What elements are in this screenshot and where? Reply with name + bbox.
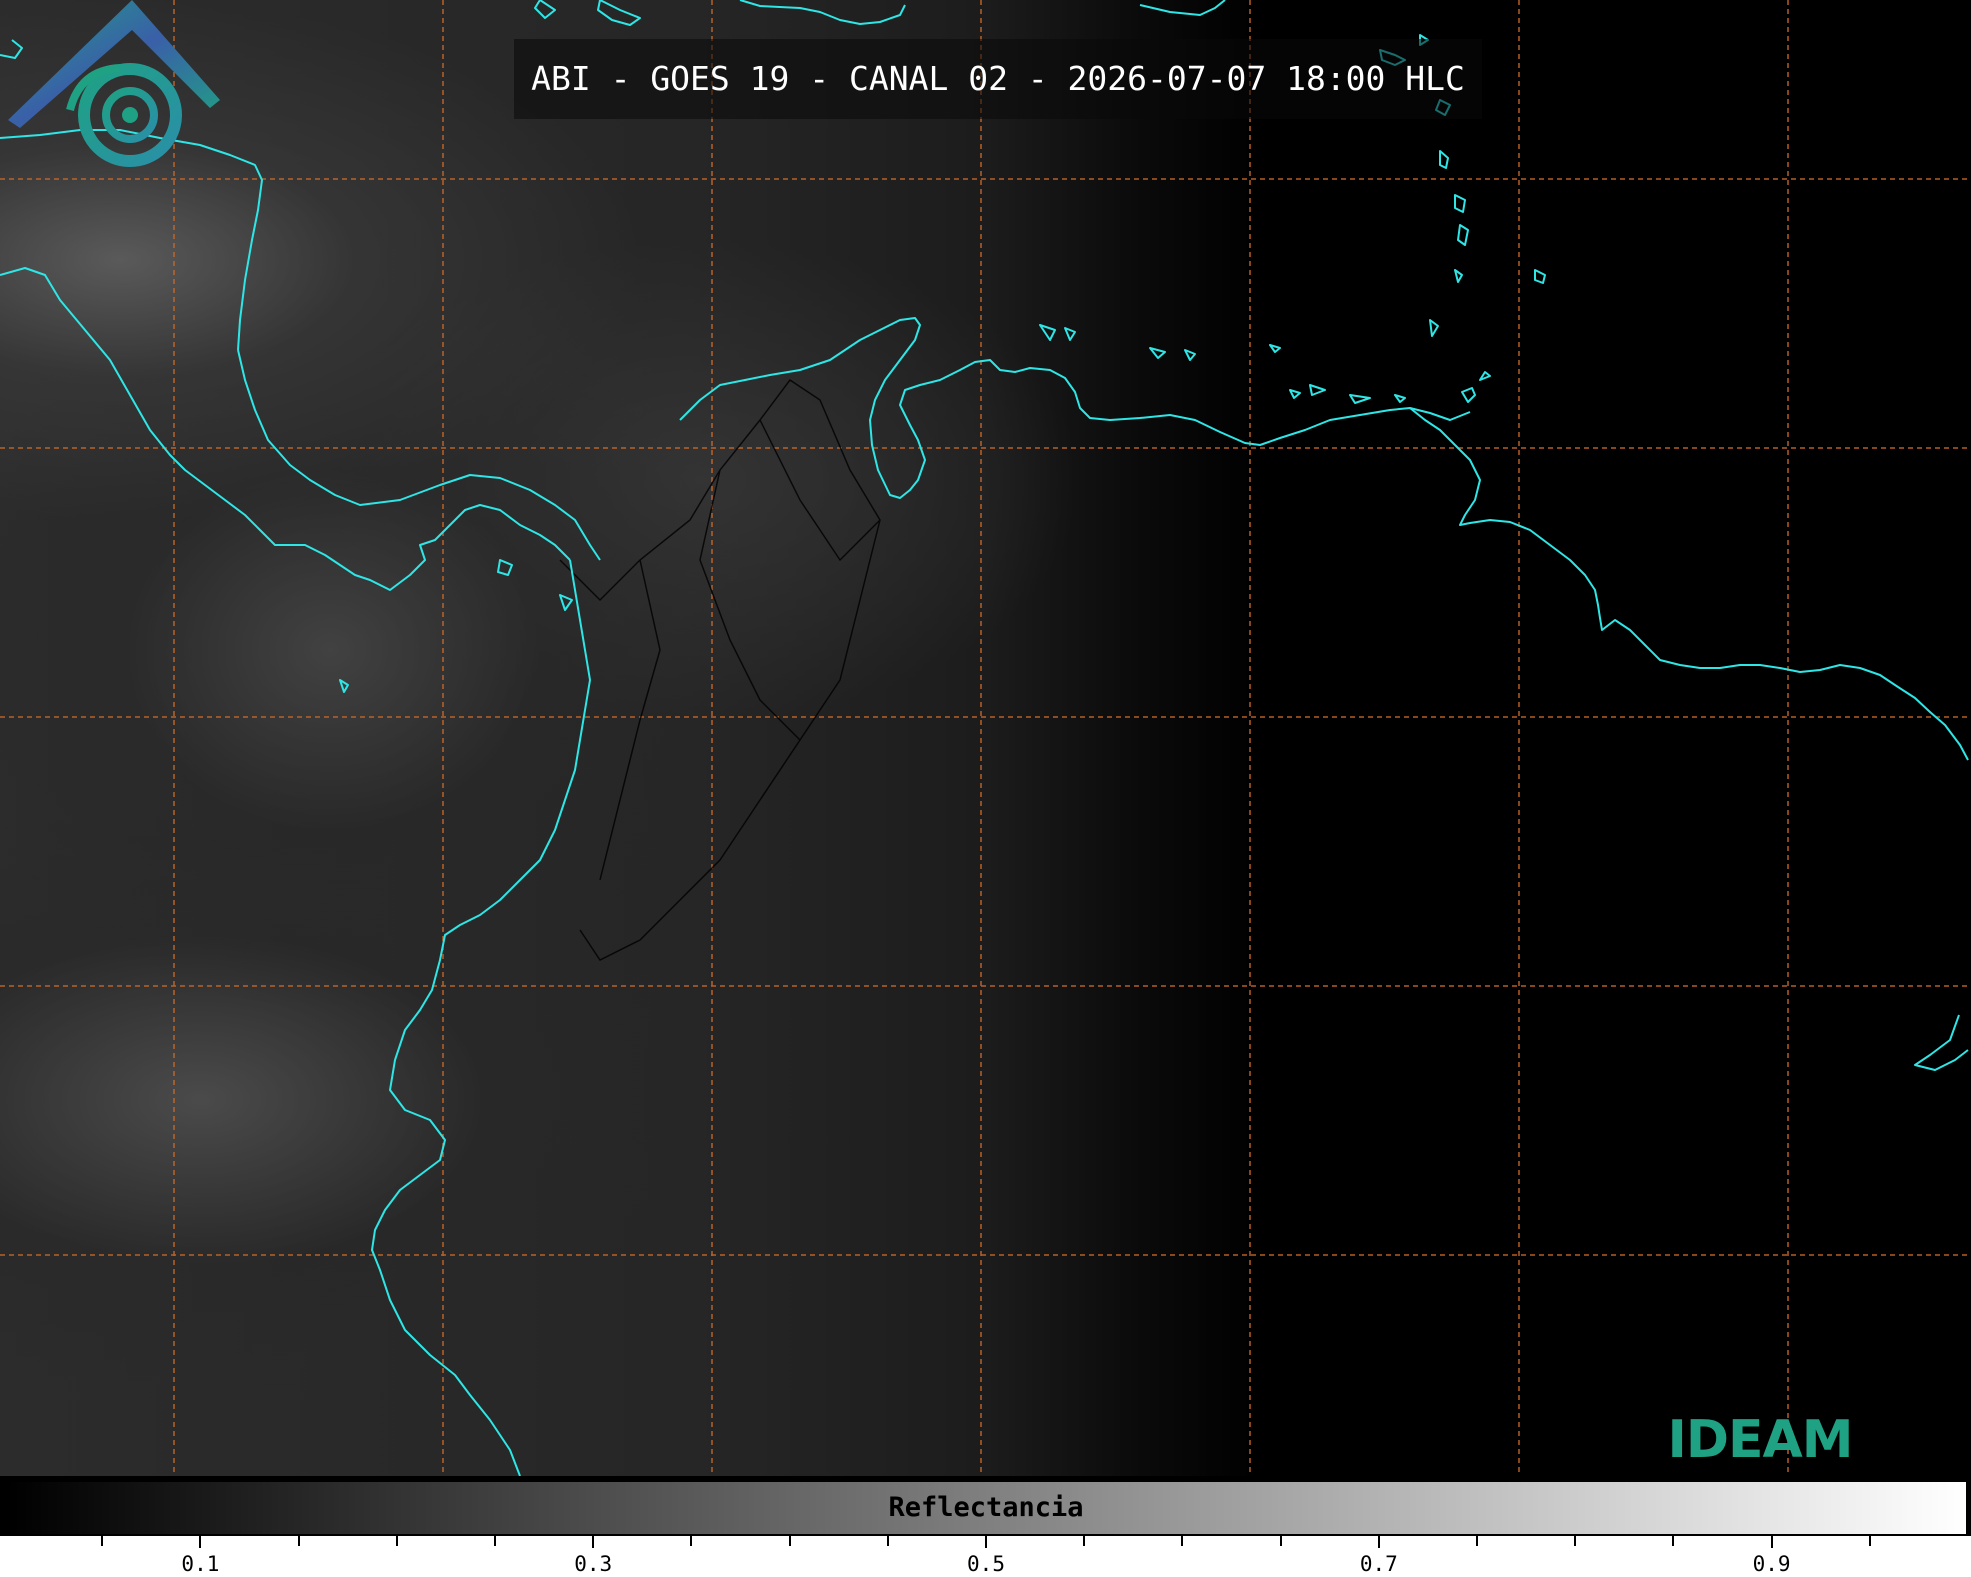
- colorbar-tick-label: 0.5: [967, 1552, 1005, 1576]
- colorbar-minor-tick: [1574, 1536, 1577, 1546]
- colorbar: Reflectancia: [4, 1480, 1968, 1536]
- colorbar-minor-tick: [886, 1536, 889, 1546]
- colorbar-tick-label: 0.1: [181, 1552, 220, 1576]
- colorbar-minor-tick: [1672, 1536, 1675, 1546]
- colorbar-major-tick: [1770, 1536, 1773, 1548]
- map-overlay: [0, 0, 1971, 1476]
- colorbar-minor-tick: [101, 1536, 104, 1546]
- colorbar-major-tick: [199, 1536, 202, 1548]
- colorbar-major-tick: [1377, 1536, 1380, 1548]
- colorbar-tick-label: 0.3: [574, 1552, 613, 1576]
- colorbar-axis: 0.1 0.3 0.5 0.7 0.9: [0, 1536, 1971, 1577]
- colorbar-minor-tick: [1083, 1536, 1086, 1546]
- colorbar-tick-label: 0.7: [1359, 1552, 1398, 1576]
- colorbar-minor-tick: [1868, 1536, 1871, 1546]
- colorbar-minor-tick: [788, 1536, 791, 1546]
- admin-borders: [559, 378, 881, 961]
- colorbar-minor-tick: [1181, 1536, 1184, 1546]
- logo-text: IDEAM: [1667, 1410, 1853, 1470]
- colorbar-minor-tick: [494, 1536, 496, 1546]
- colorbar-minor-tick: [297, 1536, 300, 1546]
- title-panel: ABI - GOES 19 - CANAL 02 - 2026-07-07 18…: [514, 39, 1482, 119]
- colorbar-minor-tick: [1476, 1536, 1478, 1546]
- colorbar-tick-label: 0.9: [1752, 1552, 1791, 1576]
- satellite-image: ABI - GOES 19 - CANAL 02 - 2026-07-07 18…: [0, 0, 1971, 1476]
- lat-lon-grid: [0, 0, 1971, 1476]
- image-title: ABI - GOES 19 - CANAL 02 - 2026-07-07 18…: [531, 59, 1465, 98]
- colorbar-label: Reflectancia: [888, 1492, 1084, 1523]
- colorbar-major-tick: [985, 1536, 987, 1548]
- colorbar-minor-tick: [1279, 1536, 1282, 1546]
- ideam-logo: [8, 0, 220, 167]
- colorbar-minor-tick: [690, 1536, 693, 1546]
- colorbar-minor-tick: [395, 1536, 398, 1546]
- colorbar-major-tick: [592, 1536, 595, 1548]
